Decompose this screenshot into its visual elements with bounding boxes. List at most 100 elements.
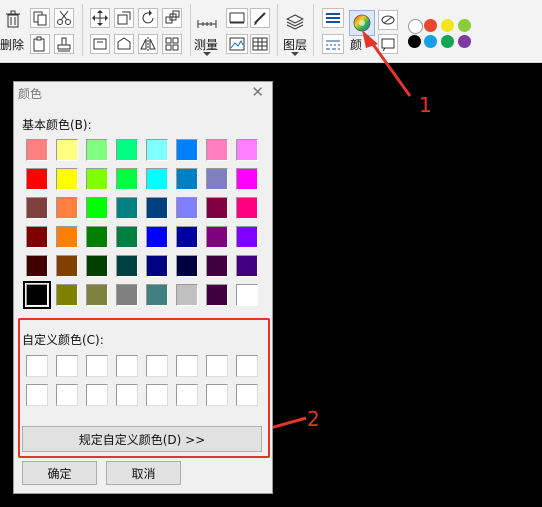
basic-color-swatch[interactable] <box>146 284 168 306</box>
pen-button[interactable] <box>250 8 270 28</box>
basic-color-swatch[interactable] <box>116 168 138 190</box>
extend-button[interactable] <box>114 34 134 54</box>
palette-swatch-purple[interactable] <box>458 35 471 48</box>
separator <box>277 4 278 56</box>
extend-icon <box>117 37 131 50</box>
palette-swatch-blue[interactable] <box>424 35 437 48</box>
ok-button[interactable]: 确定 <box>22 461 97 485</box>
separator <box>190 4 191 56</box>
basic-color-swatch[interactable] <box>206 226 228 248</box>
basic-colors-label: 基本颜色(B): <box>22 118 92 132</box>
color-wheel-icon <box>353 14 371 32</box>
basic-color-swatch[interactable] <box>176 226 198 248</box>
palette-swatch-red[interactable] <box>424 19 437 32</box>
group-icon <box>165 37 179 51</box>
line-style-icon <box>326 40 340 50</box>
basic-color-swatch[interactable] <box>176 139 198 161</box>
basic-color-swatch[interactable] <box>146 139 168 161</box>
basic-color-swatch[interactable] <box>86 139 108 161</box>
basic-color-swatch[interactable] <box>146 168 168 190</box>
basic-color-swatch[interactable] <box>206 197 228 219</box>
basic-color-swatch[interactable] <box>56 255 78 277</box>
area-button[interactable] <box>226 8 248 28</box>
basic-color-swatch[interactable] <box>176 284 198 306</box>
cut-button[interactable] <box>54 8 74 28</box>
basic-color-swatch[interactable] <box>86 197 108 219</box>
basic-color-swatch[interactable] <box>116 226 138 248</box>
line-weight-icon <box>326 13 340 23</box>
basic-color-swatch[interactable] <box>56 168 78 190</box>
table-icon <box>252 37 268 51</box>
basic-color-swatch[interactable] <box>206 168 228 190</box>
image-button[interactable] <box>226 34 248 54</box>
paste-button[interactable] <box>30 34 50 54</box>
table-button[interactable] <box>250 34 270 54</box>
color-button[interactable] <box>349 10 375 36</box>
offset-button[interactable] <box>90 34 110 54</box>
basic-color-swatch[interactable] <box>146 197 168 219</box>
rotate-icon <box>142 10 154 24</box>
basic-color-swatch[interactable] <box>236 255 258 277</box>
array-button[interactable] <box>162 8 182 28</box>
basic-color-swatch[interactable] <box>176 168 198 190</box>
basic-color-swatch[interactable] <box>116 139 138 161</box>
basic-color-swatch[interactable] <box>26 226 48 248</box>
basic-color-swatch[interactable] <box>116 197 138 219</box>
chevron-down-icon <box>203 51 211 56</box>
annotation-1: 1 <box>419 93 432 117</box>
basic-color-swatch[interactable] <box>56 226 78 248</box>
group-button[interactable] <box>162 34 182 54</box>
move-icon <box>92 10 108 26</box>
basic-color-swatch[interactable] <box>236 139 258 161</box>
basic-color-swatch[interactable] <box>236 284 258 306</box>
basic-color-swatch[interactable] <box>26 168 48 190</box>
basic-color-swatch[interactable] <box>86 226 108 248</box>
close-icon[interactable]: ✕ <box>251 83 264 101</box>
basic-color-swatch[interactable] <box>26 139 48 161</box>
basic-color-swatch[interactable] <box>146 255 168 277</box>
basic-color-swatch[interactable] <box>116 284 138 306</box>
mirror-button[interactable] <box>138 34 158 54</box>
stamp-button[interactable] <box>54 34 74 54</box>
basic-color-swatch[interactable] <box>236 168 258 190</box>
measure-dropdown[interactable] <box>202 50 212 58</box>
palette-swatch-dark-green[interactable] <box>441 35 454 48</box>
basic-color-swatch[interactable] <box>86 284 108 306</box>
basic-color-swatch[interactable] <box>26 197 48 219</box>
cancel-button[interactable]: 取消 <box>106 461 181 485</box>
basic-color-swatch[interactable] <box>116 255 138 277</box>
basic-color-swatch[interactable] <box>26 255 48 277</box>
basic-color-swatch[interactable] <box>86 255 108 277</box>
hatch-button[interactable] <box>378 10 398 30</box>
palette-swatch-green[interactable] <box>458 19 471 32</box>
basic-color-swatch[interactable] <box>176 255 198 277</box>
copy-button[interactable] <box>30 8 50 28</box>
image-icon <box>229 37 245 51</box>
basic-color-swatch[interactable] <box>176 197 198 219</box>
linetype-button[interactable] <box>322 8 344 28</box>
palette-swatch-white[interactable] <box>408 19 423 34</box>
basic-color-swatch[interactable] <box>236 197 258 219</box>
rotate-button[interactable] <box>138 8 158 28</box>
basic-color-swatch[interactable] <box>56 284 78 306</box>
basic-color-swatch[interactable] <box>56 197 78 219</box>
text-style-button[interactable] <box>378 34 398 54</box>
basic-color-swatch[interactable] <box>206 284 228 306</box>
basic-color-swatch[interactable] <box>236 226 258 248</box>
layer-button[interactable] <box>284 12 306 32</box>
basic-color-swatch[interactable] <box>206 139 228 161</box>
basic-color-swatch[interactable] <box>23 281 51 309</box>
basic-color-swatch[interactable] <box>146 226 168 248</box>
move-button[interactable] <box>90 8 110 28</box>
delete-button[interactable] <box>2 8 24 30</box>
linestyle-button[interactable] <box>322 34 344 54</box>
measure-button[interactable] <box>195 12 219 32</box>
basic-color-swatch[interactable] <box>206 255 228 277</box>
palette-swatch-black[interactable] <box>408 35 421 48</box>
basic-color-swatch[interactable] <box>86 168 108 190</box>
layer-dropdown[interactable] <box>290 50 300 58</box>
basic-color-swatch[interactable] <box>56 139 78 161</box>
palette-swatch-yellow[interactable] <box>441 19 454 32</box>
hatch-icon <box>381 15 395 25</box>
scale-button[interactable] <box>114 8 134 28</box>
